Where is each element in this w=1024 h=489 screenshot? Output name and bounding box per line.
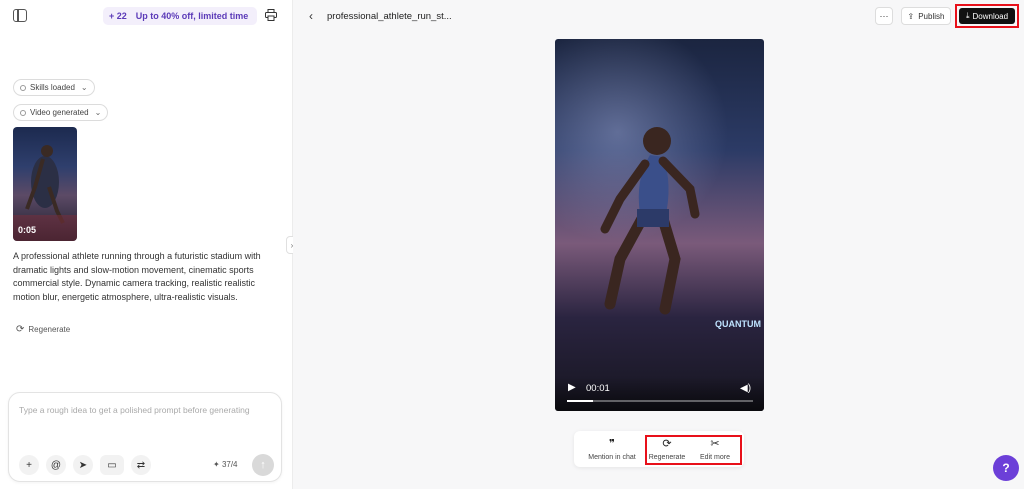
skills-loaded-chip[interactable]: Skills loaded ⌄	[13, 79, 95, 96]
credit-counter: ✦ 37/4	[213, 460, 238, 469]
progress-bar[interactable]	[567, 400, 753, 402]
sidebar-toggle-icon[interactable]	[13, 9, 27, 22]
video-time: 00:01	[586, 383, 610, 394]
left-panel: + 22 Up to 40% off, limited time Skills …	[0, 0, 298, 489]
status-icon	[20, 84, 26, 91]
action-label: Mention in chat	[588, 454, 636, 461]
send-button[interactable]: ↑	[252, 454, 274, 476]
more-options-button[interactable]: ···	[875, 7, 893, 25]
actions-highlight	[645, 435, 742, 465]
chip-label: Skills loaded	[30, 83, 75, 92]
chevron-down-icon: ⌄	[94, 108, 102, 117]
back-arrow-icon[interactable]: ‹	[309, 9, 313, 23]
plus-icon: +	[26, 459, 32, 471]
regenerate-link[interactable]: ⟳ Regenerate	[16, 324, 70, 335]
assistant-icon: ?	[1002, 461, 1010, 475]
video-brand-text: QUANTUM	[715, 319, 761, 329]
sliders-icon: ⇄	[136, 459, 146, 471]
counter-icon: ✦	[213, 460, 222, 469]
help-assistant-button[interactable]: ?	[993, 455, 1019, 481]
composer-placeholder: Type a rough idea to get a polished prom…	[19, 405, 250, 415]
thumbnail-duration: 0:05	[18, 225, 37, 235]
settings-button[interactable]: ⇄	[131, 455, 151, 475]
play-icon[interactable]: ▶	[568, 382, 576, 393]
file-title: professional_athlete_run_st...	[327, 11, 452, 22]
image-icon: ▭	[107, 459, 117, 471]
printer-icon[interactable]	[265, 9, 277, 21]
chip-label: Video generated	[30, 108, 89, 117]
credits-badge: + 22	[109, 11, 127, 21]
download-highlight: ⤓ Download	[955, 4, 1019, 28]
runner-thumbnail-image	[13, 145, 77, 241]
prompt-description: A professional athlete running through a…	[13, 251, 261, 302]
share-icon: ⇪	[907, 11, 915, 21]
volume-icon[interactable]: ◀)	[740, 383, 751, 394]
mention-button[interactable]: @	[46, 455, 66, 475]
publish-button[interactable]: ⇪ Publish	[901, 7, 951, 25]
media-button[interactable]: ▭	[100, 455, 124, 475]
regenerate-label: Regenerate	[28, 325, 71, 334]
chevron-down-icon: ⌄	[80, 83, 88, 92]
download-label: Download	[972, 11, 1009, 21]
publish-label: Publish	[918, 11, 945, 21]
download-icon: ⤓	[965, 11, 970, 20]
runner-image	[600, 127, 700, 315]
status-icon	[20, 109, 26, 116]
more-icon: ···	[879, 11, 889, 21]
video-thumbnail[interactable]: 0:05	[13, 127, 77, 241]
prompt-composer[interactable]: Type a rough idea to get a polished prom…	[8, 392, 282, 482]
video-generated-chip[interactable]: Video generated ⌄	[13, 104, 109, 121]
promo-banner[interactable]: + 22 Up to 40% off, limited time	[103, 7, 257, 25]
add-button[interactable]: +	[19, 455, 39, 475]
counter-value: 37/4	[221, 460, 238, 469]
cursor-button[interactable]: ➤	[73, 455, 93, 475]
quote-icon: ❞	[609, 438, 615, 450]
video-controls: ▶ 00:01 ◀)	[555, 377, 764, 411]
download-button[interactable]: ⤓ Download	[959, 8, 1015, 24]
arrow-up-icon: ↑	[260, 459, 266, 471]
cursor-icon: ➤	[78, 459, 88, 471]
mention-in-chat-button[interactable]: ❞ Mention in chat	[586, 437, 638, 461]
at-icon: @	[50, 459, 62, 471]
progress-fill	[567, 400, 594, 402]
video-player[interactable]: QUANTUM ▶ 00:01 ◀)	[555, 39, 764, 411]
preview-panel: ‹ professional_athlete_run_st... ··· ⇪ P…	[293, 0, 1024, 489]
promo-offer-text: Up to 40% off, limited time	[135, 11, 249, 21]
refresh-icon: ⟳	[16, 324, 25, 335]
